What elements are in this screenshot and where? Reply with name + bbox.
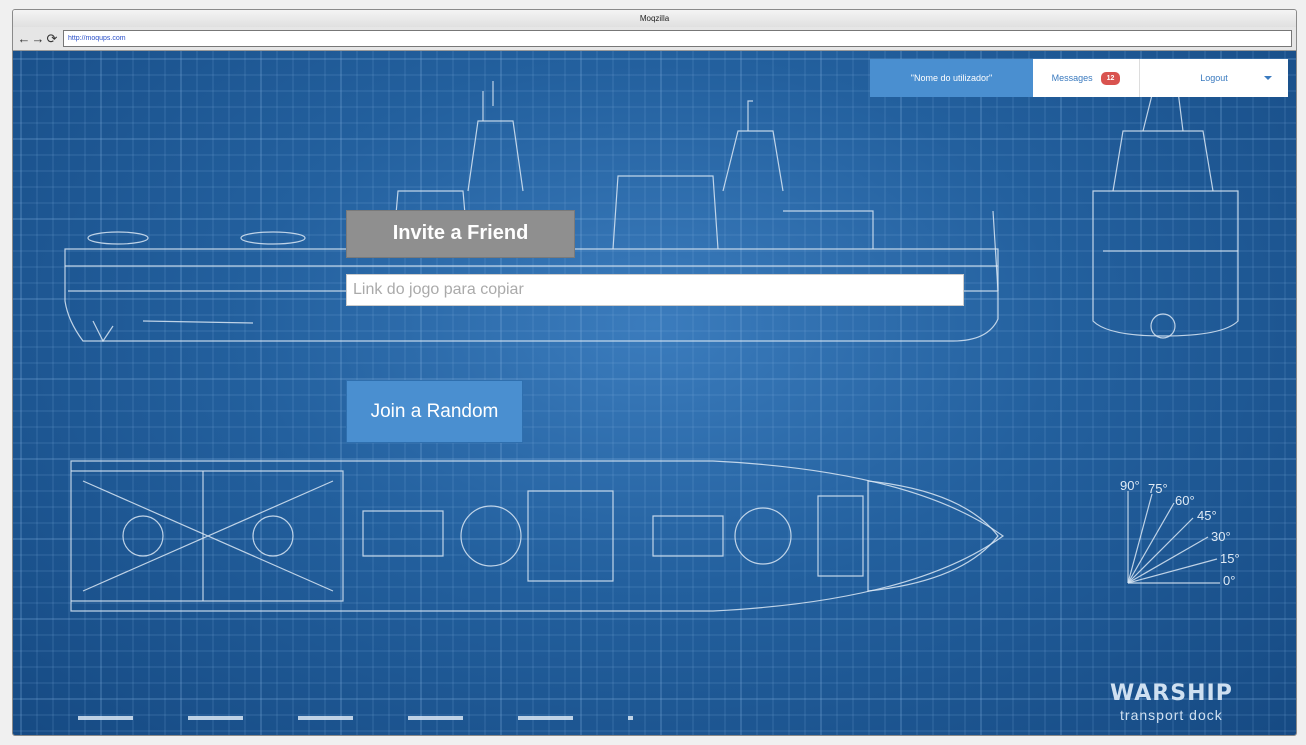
blueprint-background: "Nome do utilizador" Messages 12 Logout … xyxy=(13,51,1296,735)
logout-label: Logout xyxy=(1200,73,1228,83)
browser-navbar: ← → ⟳ xyxy=(13,27,1296,51)
brand-subtitle: transport dock xyxy=(1120,707,1223,723)
arrow-left-icon[interactable]: ← xyxy=(17,31,31,47)
angle-label-60: 60° xyxy=(1175,493,1195,508)
angle-label-45: 45° xyxy=(1197,508,1217,523)
brand-title: WARSHIP xyxy=(1110,681,1233,706)
chevron-down-icon[interactable] xyxy=(1264,76,1272,80)
browser-window: Moqzilla ← → ⟳ http://moqups.com "Nome d… xyxy=(12,9,1297,736)
reload-icon[interactable]: ⟳ xyxy=(45,31,59,47)
angle-label-75: 75° xyxy=(1148,481,1168,496)
user-bar: "Nome do utilizador" Messages 12 Logout xyxy=(870,59,1288,97)
messages-label: Messages xyxy=(1051,73,1093,83)
game-link-input[interactable] xyxy=(346,274,964,306)
messages-count-badge: 12 xyxy=(1100,71,1121,85)
username-button[interactable]: "Nome do utilizador" xyxy=(870,59,1033,97)
warship-logo: WARSHIP transport dock xyxy=(1110,681,1233,723)
angle-label-90: 90° xyxy=(1120,478,1140,493)
logout-button[interactable]: Logout xyxy=(1140,59,1288,97)
window-title: Moqzilla xyxy=(13,10,1296,27)
join-random-button[interactable]: Join a Random xyxy=(346,380,523,443)
angle-label-15: 15° xyxy=(1220,551,1240,566)
angle-label-30: 30° xyxy=(1211,529,1231,544)
invite-friend-button[interactable]: Invite a Friend xyxy=(346,210,575,258)
angle-label-0: 0° xyxy=(1223,573,1236,588)
blueprint-drawing xyxy=(13,51,1296,735)
arrow-right-icon[interactable]: → xyxy=(31,31,45,47)
messages-button[interactable]: Messages 12 xyxy=(1033,59,1140,97)
address-bar[interactable] xyxy=(63,30,1292,47)
